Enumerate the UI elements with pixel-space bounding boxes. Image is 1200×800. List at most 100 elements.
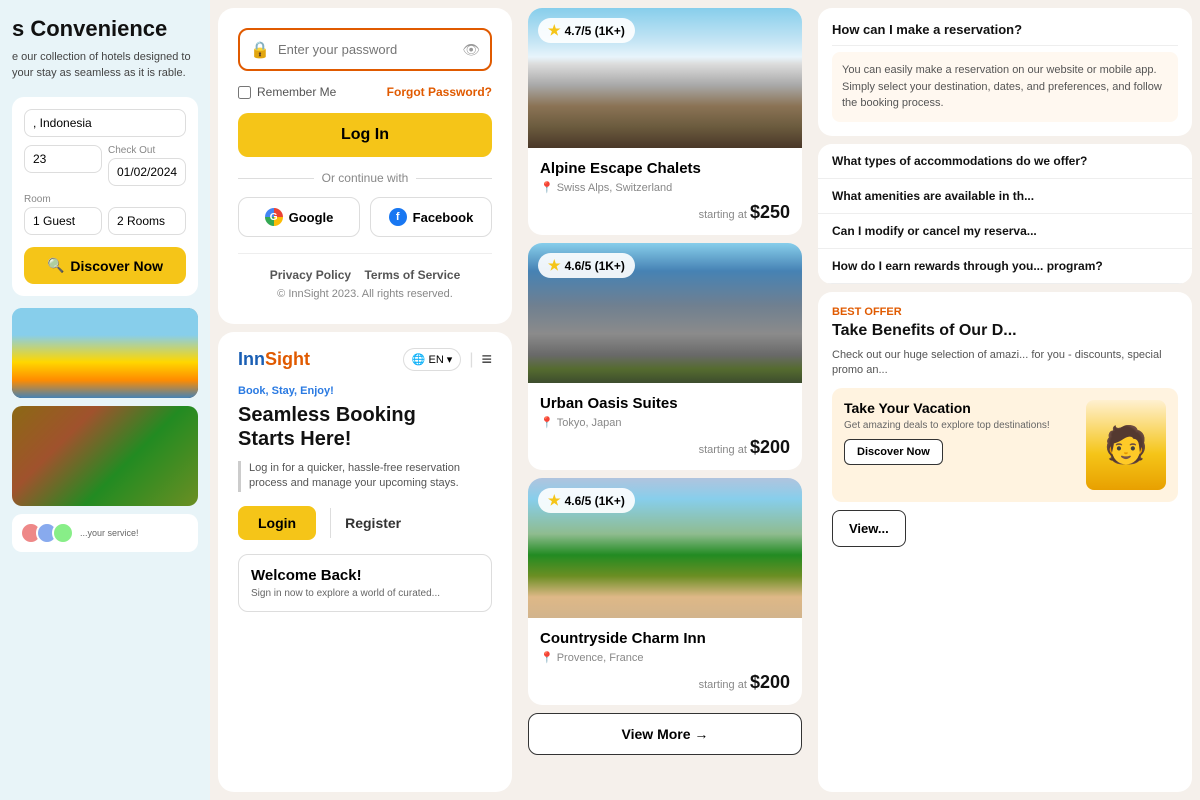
best-offer-desc: Check out our huge selection of amazi...… bbox=[832, 348, 1178, 379]
alpine-hotel-info: Alpine Escape Chalets 📍 Swiss Alps, Swit… bbox=[528, 148, 802, 235]
lang-text: EN bbox=[429, 354, 444, 366]
offer-image: 🧑 bbox=[1086, 400, 1166, 490]
hotel-image-1 bbox=[12, 308, 198, 398]
urban-rating: 4.6/5 (1K+) bbox=[565, 259, 625, 273]
innsight-nav: 🌐 EN ▾ | ≡ bbox=[403, 348, 492, 371]
login-panel: 🔒 👁 Remember Me Forgot Password? Log In … bbox=[218, 8, 512, 324]
hotel-card-countryside: ★ 4.6/5 (1K+) Countryside Charm Inn 📍 Pr… bbox=[528, 478, 802, 705]
rooms-select[interactable]: 2 Rooms bbox=[108, 207, 186, 235]
alpine-price-label: starting at bbox=[699, 209, 747, 221]
pin-icon: 📍 bbox=[540, 416, 554, 429]
urban-hotel-image: ★ 4.6/5 (1K+) bbox=[528, 243, 802, 383]
offer-card-title: Take Your Vacation bbox=[844, 400, 1076, 416]
remember-me-label: Remember Me bbox=[238, 85, 336, 99]
guests-select[interactable]: 1 Guest bbox=[24, 207, 102, 235]
countryside-rating: 4.6/5 (1K+) bbox=[565, 494, 625, 508]
hotel-card-urban: ★ 4.6/5 (1K+) Urban Oasis Suites 📍 Tokyo… bbox=[528, 243, 802, 470]
faq-item-3[interactable]: Can I modify or cancel my reserva... bbox=[818, 214, 1192, 249]
person-illustration: 🧑 bbox=[1086, 400, 1166, 490]
faq-item-2[interactable]: What amenities are available in th... bbox=[818, 179, 1192, 214]
location-dropdown-row: , Indonesia bbox=[24, 109, 186, 137]
innsight-login-button[interactable]: Login bbox=[238, 506, 316, 540]
star-icon: ★ bbox=[548, 492, 561, 509]
terms-of-service-link[interactable]: Terms of Service bbox=[364, 268, 460, 282]
urban-hotel-location: 📍 Tokyo, Japan bbox=[540, 416, 790, 429]
countryside-hotel-info: Countryside Charm Inn 📍 Provence, France… bbox=[528, 618, 802, 705]
star-icon: ★ bbox=[548, 22, 561, 39]
facebook-button[interactable]: f Facebook bbox=[370, 197, 492, 237]
discover-now-button[interactable]: 🔍 Discover Now bbox=[24, 247, 186, 284]
location-select[interactable]: , Indonesia bbox=[24, 109, 186, 137]
facebook-icon: f bbox=[389, 208, 407, 226]
countryside-hotel-name: Countryside Charm Inn bbox=[540, 630, 790, 647]
offer-discover-button[interactable]: Discover Now bbox=[844, 439, 943, 465]
view-more-label: View... bbox=[849, 521, 889, 536]
footer-links: Privacy Policy Terms of Service bbox=[238, 268, 492, 282]
hotel-card-alpine: ★ 4.7/5 (1K+) Alpine Escape Chalets 📍 Sw… bbox=[528, 8, 802, 235]
alpine-rating: 4.7/5 (1K+) bbox=[565, 24, 625, 38]
avatar-group bbox=[20, 522, 74, 544]
faq-list: What types of accommodations do we offer… bbox=[818, 144, 1192, 284]
login-button[interactable]: Log In bbox=[238, 113, 492, 157]
hotel-image-2 bbox=[12, 406, 198, 506]
view-more-offer-button[interactable]: View... bbox=[832, 510, 906, 547]
column-2: 🔒 👁 Remember Me Forgot Password? Log In … bbox=[210, 0, 520, 800]
remember-row: Remember Me Forgot Password? bbox=[238, 85, 492, 99]
urban-hotel-name: Urban Oasis Suites bbox=[540, 395, 790, 412]
innsight-register-button[interactable]: Register bbox=[345, 515, 401, 531]
auth-divider bbox=[330, 508, 331, 538]
col1-desc: e our collection of hotels designed to y… bbox=[12, 50, 198, 81]
countryside-price-row: starting at $200 bbox=[540, 672, 790, 693]
lock-icon: 🔒 bbox=[250, 40, 270, 60]
alpine-price-row: starting at $250 bbox=[540, 202, 790, 223]
checkout-select[interactable]: 01/02/2024 bbox=[108, 158, 186, 186]
faq-main-answer: You can easily make a reservation on our… bbox=[832, 52, 1178, 122]
google-label: Google bbox=[289, 210, 334, 225]
globe-icon: 🌐 bbox=[412, 353, 426, 366]
logo-part1: Inn bbox=[238, 349, 265, 369]
best-offer-section: BEST OFFER Take Benefits of Our D... Che… bbox=[818, 292, 1192, 793]
urban-price-label: starting at bbox=[699, 444, 747, 456]
view-more-hotels-button[interactable]: View More → bbox=[528, 713, 802, 755]
booking-card: , Indonesia 23 Check Out 01/02/2024 Room… bbox=[12, 97, 198, 296]
innsight-tagline: Book, Stay, Enjoy! bbox=[238, 385, 492, 397]
privacy-policy-link[interactable]: Privacy Policy bbox=[270, 268, 351, 282]
checkout-label: Check Out bbox=[108, 145, 186, 156]
language-selector[interactable]: 🌐 EN ▾ bbox=[403, 348, 462, 371]
password-input[interactable] bbox=[238, 28, 492, 71]
col1-title: s Convenience bbox=[12, 16, 198, 42]
remember-me-text: Remember Me bbox=[257, 85, 336, 99]
room-count-col: 2 Rooms bbox=[108, 194, 186, 235]
alpine-hotel-image: ★ 4.7/5 (1K+) bbox=[528, 8, 802, 148]
or-divider: Or continue with bbox=[238, 171, 492, 185]
innsight-sub: Log in for a quicker, hassle-free reserv… bbox=[238, 461, 492, 492]
best-offer-title: Take Benefits of Our D... bbox=[832, 322, 1178, 340]
forgot-password-link[interactable]: Forgot Password? bbox=[387, 85, 492, 99]
social-proof: ...your service! bbox=[12, 514, 198, 552]
google-button[interactable]: G Google bbox=[238, 197, 360, 237]
column-1: s Convenience e our collection of hotels… bbox=[0, 0, 210, 800]
google-icon: G bbox=[265, 208, 283, 226]
innsight-logo: InnSight bbox=[238, 349, 310, 370]
offer-card-sub: Get amazing deals to explore top destina… bbox=[844, 420, 1076, 431]
innsight-heading: Seamless Booking Starts Here! bbox=[238, 403, 492, 451]
pin-icon: 📍 bbox=[540, 651, 554, 664]
alpine-hotel-location: 📍 Swiss Alps, Switzerland bbox=[540, 181, 790, 194]
room-label: Room bbox=[24, 194, 102, 205]
welcome-title: Welcome Back! bbox=[251, 567, 479, 584]
welcome-box: Welcome Back! Sign in now to explore a w… bbox=[238, 554, 492, 612]
countryside-price-label: starting at bbox=[699, 679, 747, 691]
remember-checkbox[interactable] bbox=[238, 86, 251, 99]
alpine-hotel-name: Alpine Escape Chalets bbox=[540, 160, 790, 177]
eye-icon[interactable]: 👁 bbox=[462, 41, 480, 58]
checkin-select[interactable]: 23 bbox=[24, 145, 102, 173]
room-count-label bbox=[108, 194, 186, 205]
faq-item-1[interactable]: What types of accommodations do we offer… bbox=[818, 144, 1192, 179]
room-row: Room 1 Guest 2 Rooms bbox=[24, 194, 186, 235]
hamburger-menu-button[interactable]: ≡ bbox=[481, 349, 492, 370]
innsight-auth-buttons: Login Register bbox=[238, 506, 492, 540]
faq-item-4[interactable]: How do I earn rewards through you... pro… bbox=[818, 249, 1192, 284]
column-3: ★ 4.7/5 (1K+) Alpine Escape Chalets 📍 Sw… bbox=[520, 0, 810, 800]
column-4: How can I make a reservation? You can ea… bbox=[810, 0, 1200, 800]
welcome-sub: Sign in now to explore a world of curate… bbox=[251, 588, 479, 599]
